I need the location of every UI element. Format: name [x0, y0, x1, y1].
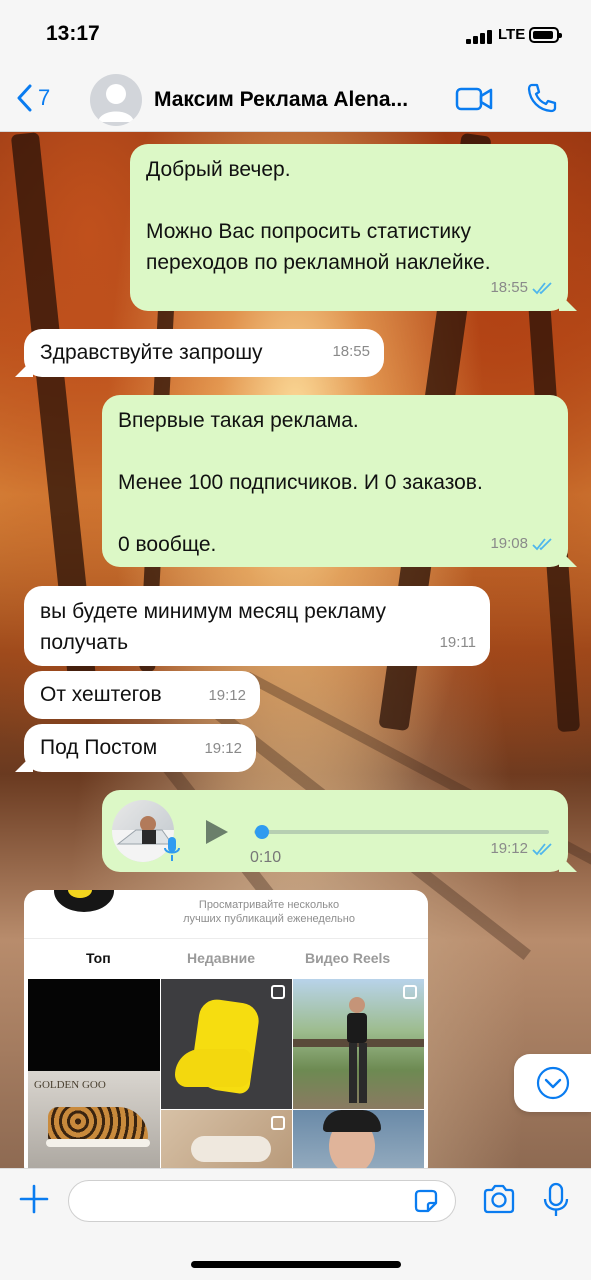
- message-meta: 18:55: [490, 272, 554, 303]
- voice-progress-knob[interactable]: [254, 825, 269, 839]
- chevron-down-icon: [536, 1066, 570, 1100]
- attach-button[interactable]: [18, 1183, 50, 1220]
- back-chevron-icon: [17, 84, 32, 112]
- message-outgoing[interactable]: Впервые такая реклама. Менее 100 подписч…: [102, 395, 568, 567]
- image-message[interactable]: Просматривайте несколько лучших публикац…: [24, 890, 428, 1168]
- message-time: 19:11: [439, 634, 476, 651]
- status-bar: 13:17 LTE: [0, 0, 591, 70]
- camera-icon: [483, 1184, 515, 1214]
- profile-logo: [54, 890, 114, 912]
- caption-line: лучших публикаций еженедельно: [183, 913, 355, 925]
- message-text: Менее 100 подписчиков. И 0 заказов.: [118, 471, 483, 494]
- message-outgoing[interactable]: Добрый вечер. Можно Вас попросить статис…: [130, 144, 568, 311]
- home-indicator: [191, 1261, 401, 1268]
- message-incoming[interactable]: Под Постом 19:12: [24, 724, 256, 772]
- message-meta: 19:12: [490, 833, 554, 864]
- default-avatar-icon: [98, 84, 134, 122]
- message-meta: 18:55: [332, 336, 370, 367]
- message-incoming[interactable]: От хештегов 19:12: [24, 671, 260, 719]
- grid-photo-sneaker-2: [161, 1110, 292, 1168]
- chat-header: 7 Максим Реклама Alena...: [0, 70, 591, 132]
- image-tabs: Топ Недавние Видео Reels: [24, 938, 428, 976]
- message-text: Можно Вас попросить статистику: [146, 220, 471, 243]
- message-text: получать: [40, 631, 129, 654]
- message-text: Добрый вечер.: [146, 158, 291, 181]
- message-time: 19:12: [208, 687, 246, 704]
- chat-area[interactable]: Добрый вечер. Можно Вас попросить статис…: [0, 132, 591, 1168]
- grid-photo-yellow-sneaker: [161, 979, 292, 1109]
- double-check-icon: [532, 537, 552, 550]
- message-meta: 19:11: [440, 627, 476, 658]
- caption-line: Просматривайте несколько: [198, 899, 340, 911]
- scroll-to-bottom-button[interactable]: [514, 1054, 591, 1112]
- image-caption: Просматривайте несколько лучших публикац…: [144, 898, 394, 926]
- voice-message[interactable]: 0:10 19:12: [102, 790, 568, 872]
- message-time: 18:55: [332, 343, 370, 360]
- message-composer: [0, 1168, 591, 1280]
- grid-photo-black: GOLDEN GOO: [28, 979, 160, 1168]
- message-text: 0 вообще.: [118, 533, 217, 556]
- voice-record-button[interactable]: [543, 1182, 569, 1223]
- message-input[interactable]: [68, 1180, 456, 1222]
- message-text: [146, 185, 552, 216]
- message-text: Впервые такая реклама.: [118, 409, 359, 432]
- mic-icon: [164, 837, 180, 861]
- network-label: LTE: [498, 26, 526, 43]
- message-time: 19:12: [490, 840, 528, 857]
- plus-icon: [19, 1184, 49, 1214]
- back-button[interactable]: 7: [16, 84, 50, 112]
- video-call-button[interactable]: [455, 84, 493, 119]
- status-time: 13:17: [46, 22, 100, 45]
- message-incoming[interactable]: вы будете минимум месяц рекламу получать…: [24, 586, 490, 666]
- message-text: Здравствуйте запрошу: [40, 341, 263, 364]
- unread-count: 7: [38, 85, 51, 110]
- voice-call-button[interactable]: [526, 82, 558, 119]
- message-meta: 19:08: [490, 528, 554, 559]
- message-time: 18:55: [490, 279, 528, 296]
- image-tab-top: Топ: [86, 950, 111, 966]
- message-time: 19:12: [204, 740, 242, 757]
- phone-icon: [527, 83, 557, 113]
- grid-photo-woman-portrait: [293, 1110, 424, 1168]
- image-tab-recent: Недавние: [187, 950, 256, 966]
- voice-duration: 0:10: [250, 849, 282, 866]
- contact-avatar[interactable]: [90, 74, 142, 126]
- photo-text: GOLDEN GOO: [34, 1079, 106, 1091]
- battery-icon: [529, 27, 562, 43]
- message-incoming[interactable]: Здравствуйте запрошу 18:55: [24, 329, 384, 377]
- grid-photo-woman-outdoor: [293, 979, 424, 1109]
- message-text: вы будете минимум месяц рекламу: [40, 600, 387, 623]
- message-text: [118, 436, 552, 467]
- message-text: [118, 498, 552, 529]
- contact-name[interactable]: Максим Реклама Alena...: [154, 88, 408, 112]
- image-tab-reels: Видео Reels: [305, 950, 391, 966]
- message-meta: 19:12: [208, 680, 246, 711]
- message-meta: 19:12: [204, 733, 242, 764]
- double-check-icon: [532, 281, 552, 294]
- video-call-icon: [455, 87, 493, 111]
- double-check-icon: [532, 842, 552, 855]
- sticker-button[interactable]: [412, 1187, 440, 1220]
- signal-icon: [466, 30, 492, 44]
- sticker-icon: [414, 1189, 438, 1213]
- message-time: 19:08: [490, 535, 528, 552]
- mic-icon: [543, 1182, 569, 1216]
- play-icon[interactable]: [206, 820, 228, 844]
- camera-button[interactable]: [482, 1184, 516, 1219]
